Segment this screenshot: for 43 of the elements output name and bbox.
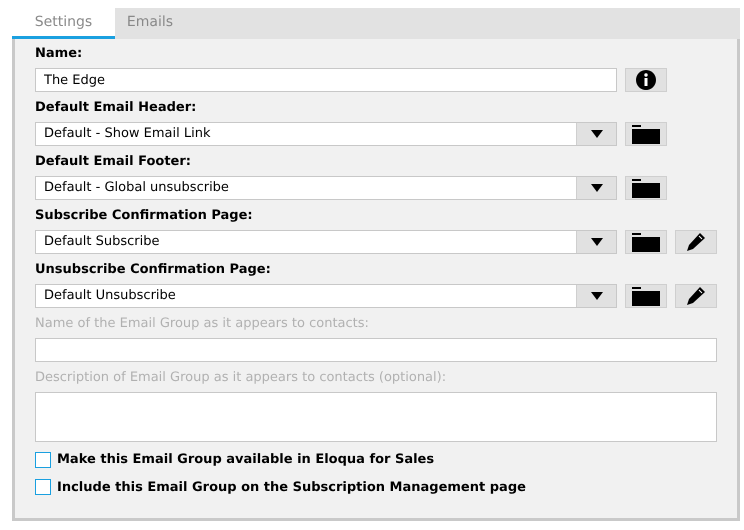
edit-button[interactable] — [675, 284, 717, 308]
pencil-icon — [686, 232, 706, 252]
edit-button[interactable] — [675, 230, 717, 254]
browse-button[interactable] — [625, 284, 667, 308]
dropdown-value: Default - Global unsubscribe — [43, 179, 230, 197]
dropdown-arrow-button[interactable] — [576, 231, 616, 253]
caret-icon — [590, 130, 602, 138]
caret-icon — [590, 238, 602, 246]
browse-button[interactable] — [625, 176, 667, 200]
dropdown-field[interactable]: Default Subscribe — [35, 230, 617, 254]
dropdown-arrow-button[interactable] — [576, 177, 616, 199]
browse-button[interactable] — [625, 122, 667, 146]
dropdown-field[interactable]: Default - Global unsubscribe — [35, 176, 617, 200]
dropdown-arrow-button[interactable] — [576, 123, 616, 145]
folder-icon — [632, 286, 660, 306]
field-label: Default Email Footer: — [35, 153, 192, 171]
dropdown-value: Default - Show Email Link — [43, 125, 212, 143]
pencil-icon — [686, 286, 706, 306]
browse-button[interactable] — [625, 230, 667, 254]
checkbox[interactable] — [35, 452, 51, 468]
info-button[interactable] — [625, 68, 667, 92]
folder-icon — [632, 124, 660, 144]
caret-icon — [590, 184, 602, 192]
checkbox-label: Make this Email Group available in Eloqua for Sales — [57, 451, 434, 469]
dropdown-field[interactable]: Default Unsubscribe — [35, 284, 617, 308]
tab[interactable]: Settings — [12, 8, 115, 39]
caret-icon — [590, 292, 602, 300]
info-icon — [636, 70, 656, 90]
dropdown-value: Default Unsubscribe — [43, 287, 177, 305]
field-label: Default Email Header: — [35, 99, 198, 117]
dropdown-value: Default Subscribe — [43, 233, 161, 251]
dropdown-field[interactable]: Default - Show Email Link — [35, 122, 617, 146]
folder-icon — [632, 178, 660, 198]
field-label: Subscribe Confirmation Page: — [35, 207, 254, 225]
dropdown-arrow-button[interactable] — [576, 285, 616, 307]
field-label: Unsubscribe Confirmation Page: — [35, 261, 272, 279]
text-field[interactable]: The Edge — [35, 68, 617, 92]
field-label: Name: — [35, 45, 84, 63]
checkbox-label: Include this Email Group on the Subscription Management page — [57, 478, 526, 496]
field-label: Description of Email Group as it appears to contacts (optional): — [35, 369, 448, 387]
field-label: Name of the Email Group as it appears to contacts: — [35, 315, 370, 333]
checkbox[interactable] — [35, 479, 51, 496]
folder-icon — [632, 232, 660, 252]
